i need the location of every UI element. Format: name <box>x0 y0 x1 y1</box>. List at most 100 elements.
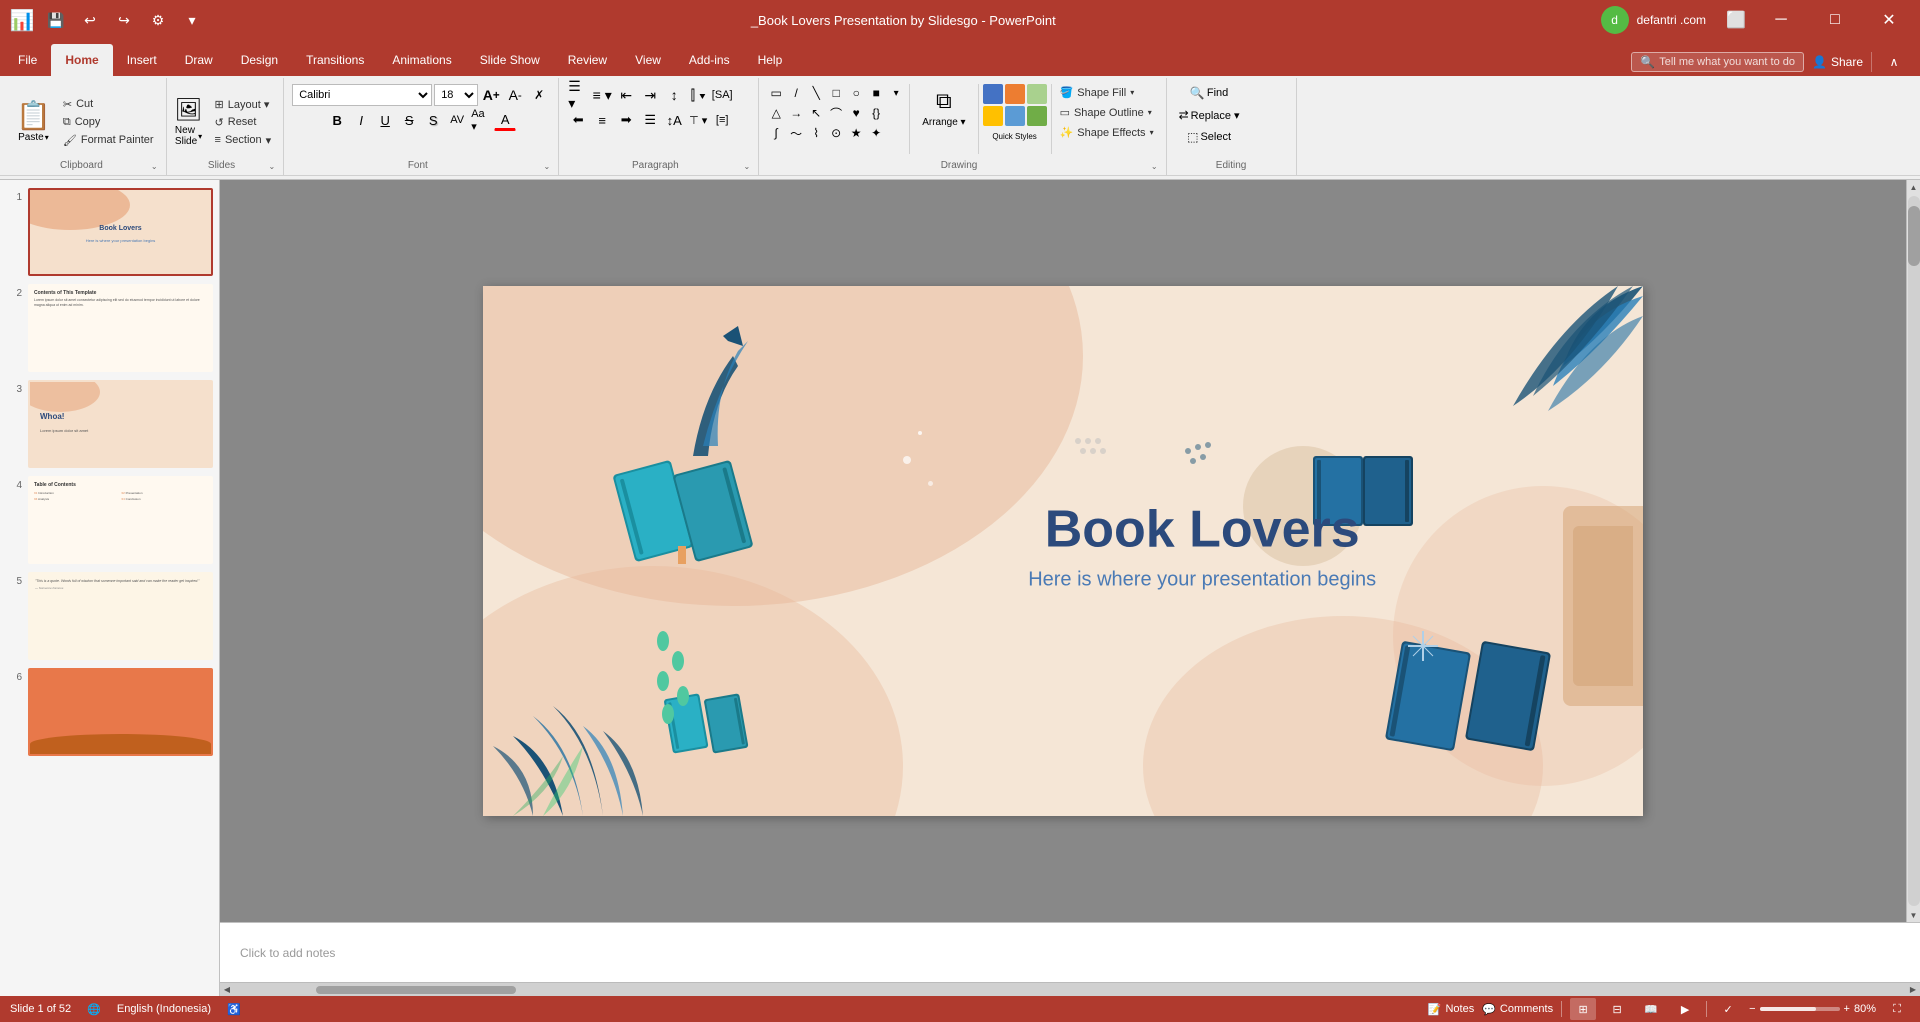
rect-shape2[interactable]: □ <box>827 84 845 102</box>
format-painter-button[interactable]: 🖌Format Painter <box>59 132 158 149</box>
drawing-expand[interactable]: ⌄ <box>1151 162 1158 171</box>
clear-formatting-button[interactable]: ✗ <box>528 84 550 106</box>
shapes-expand[interactable]: ▾ <box>887 84 905 102</box>
style-swatch-6[interactable] <box>1027 106 1047 126</box>
scroll-track[interactable] <box>1908 196 1920 906</box>
shape-outline-button[interactable]: ▭Shape Outline▾ <box>1056 104 1158 121</box>
slide-preview-5[interactable]: "This is a quote. Words full of wisdom t… <box>28 572 213 660</box>
right-scrollbar[interactable]: ▲ ▼ <box>1906 180 1920 922</box>
cut-button[interactable]: ✂Cut <box>59 96 158 113</box>
slide-canvas[interactable]: Book Lovers Here is where your presentat… <box>483 286 1643 816</box>
find-button[interactable]: 🔍Find <box>1186 84 1232 102</box>
tab-help[interactable]: Help <box>744 44 797 76</box>
tab-home[interactable]: Home <box>51 44 112 76</box>
new-slide-button[interactable]: 🖼 NewSlide ▾ <box>175 97 203 147</box>
qa-dropdown[interactable]: ▾ <box>178 6 206 34</box>
heart-shape[interactable]: ♥ <box>847 104 865 122</box>
paragraph-expand[interactable]: ⌄ <box>743 162 750 171</box>
align-center-button[interactable]: ≡ <box>591 109 613 131</box>
wave-shape[interactable]: 〜 <box>787 124 805 142</box>
align-right-button[interactable]: ➡ <box>615 109 637 131</box>
shrink-font-button[interactable]: A- <box>504 84 526 106</box>
paste-button[interactable]: 📋 Paste ▾ <box>12 98 55 147</box>
zoom-out-button[interactable]: − <box>1749 1003 1755 1015</box>
customize-qa-button[interactable]: ⚙ <box>144 6 172 34</box>
square-shape[interactable]: ■ <box>867 84 885 102</box>
style-swatch-2[interactable] <box>1005 84 1025 104</box>
bullet-list-button[interactable]: ☰ ▾ <box>567 84 589 106</box>
underline-button[interactable]: U <box>374 109 396 131</box>
arrow-shape[interactable]: → <box>787 104 805 122</box>
normal-view-button[interactable]: ⊞ <box>1570 998 1596 1020</box>
align-left-button[interactable]: ⬅ <box>567 109 589 131</box>
slides-expand[interactable]: ⌄ <box>268 162 275 171</box>
collapse-ribbon-button[interactable]: ∧ <box>1880 48 1908 76</box>
layout-button[interactable]: ⊞Layout ▾ <box>211 96 276 113</box>
tab-file[interactable]: File <box>4 44 51 76</box>
decrease-indent-button[interactable]: ⇤ <box>615 84 637 106</box>
scroll-up-arrow[interactable]: ▲ <box>1907 180 1920 194</box>
tab-transitions[interactable]: Transitions <box>292 44 378 76</box>
smart-art-button[interactable]: [SA] <box>711 84 733 106</box>
tab-slideshow[interactable]: Slide Show <box>466 44 554 76</box>
slide-preview-4[interactable]: Table of Contents 01 Introduction 02 Pre… <box>28 476 213 564</box>
horizontal-scroll-track[interactable] <box>236 986 1904 994</box>
zoom-slider[interactable] <box>1760 1007 1840 1011</box>
align-text-button[interactable]: ⊤ ▾ <box>687 109 709 131</box>
tab-review[interactable]: Review <box>554 44 621 76</box>
strikethrough-button[interactable]: S <box>398 109 420 131</box>
style-swatch-1[interactable] <box>983 84 1003 104</box>
slideshow-button[interactable]: ▶ <box>1672 998 1698 1020</box>
justify-button[interactable]: ☰ <box>639 109 661 131</box>
slide-sorter-button[interactable]: ⊟ <box>1604 998 1630 1020</box>
slide-preview-1[interactable]: Book Lovers Here is where your presentat… <box>28 188 213 276</box>
comments-toggle[interactable]: 💬 Comments <box>1482 1003 1553 1016</box>
slide-thumb-4[interactable]: 4 Table of Contents 01 Introduction 02 P… <box>6 476 213 564</box>
tab-insert[interactable]: Insert <box>113 44 171 76</box>
minimize-button[interactable]: ─ <box>1758 0 1804 40</box>
shape-effects-button[interactable]: ✨Shape Effects▾ <box>1056 124 1158 141</box>
select-button[interactable]: ⬚Select <box>1183 128 1235 146</box>
numbered-list-button[interactable]: ≡ ▾ <box>591 84 613 106</box>
search-box[interactable]: 🔍 Tell me what you want to do <box>1631 52 1804 72</box>
scroll-right-arrow[interactable]: ▶ <box>1906 983 1920 997</box>
tab-animations[interactable]: Animations <box>378 44 465 76</box>
save-button[interactable]: 💾 <box>42 6 70 34</box>
user-avatar[interactable]: d <box>1601 6 1629 34</box>
replace-button[interactable]: ⇄Replace ▾ <box>1175 106 1244 124</box>
diagonal-shape[interactable]: ╲ <box>807 84 825 102</box>
slide-preview-2[interactable]: Contents of This Template Lorem ipsum do… <box>28 284 213 372</box>
custom-shape3[interactable]: ✦ <box>867 124 885 142</box>
triangle-shape[interactable]: △ <box>767 104 785 122</box>
bold-button[interactable]: B <box>326 109 348 131</box>
slide-preview-3[interactable]: Whoa! Lorem ipsum dolor sit amet <box>28 380 213 468</box>
tab-design[interactable]: Design <box>227 44 292 76</box>
font-name-select[interactable]: Calibri <box>292 84 432 106</box>
change-case-button[interactable]: Aa ▾ <box>470 109 492 131</box>
slide-thumb-5[interactable]: 5 "This is a quote. Words full of wisdom… <box>6 572 213 660</box>
quick-styles-button[interactable]: Quick Styles <box>986 128 1042 145</box>
fit-window-button[interactable]: ⛶ <box>1884 998 1910 1020</box>
columns-button[interactable]: ⫿ ▾ <box>687 84 709 106</box>
line-shape[interactable]: / <box>787 84 805 102</box>
font-color-button[interactable]: A <box>494 109 516 131</box>
arc-shape[interactable]: ⌒ <box>827 104 845 122</box>
bracket-shape[interactable]: {} <box>867 104 885 122</box>
close-button[interactable]: ✕ <box>1866 0 1912 40</box>
zoom-in-button[interactable]: + <box>1844 1003 1850 1015</box>
char-spacing-button[interactable]: AV <box>446 109 468 131</box>
accessibility-checker[interactable]: ✓ <box>1715 998 1741 1020</box>
star-shape[interactable]: ★ <box>847 124 865 142</box>
font-size-select[interactable]: 18 <box>434 84 478 106</box>
text-shadow-button[interactable]: S <box>422 109 444 131</box>
slide-preview-6[interactable] <box>28 668 213 756</box>
horizontal-scroll-thumb[interactable] <box>316 986 516 994</box>
rectangle-shape[interactable]: ▭ <box>767 84 785 102</box>
scroll-down-arrow[interactable]: ▼ <box>1907 908 1920 922</box>
reading-view-button[interactable]: 📖 <box>1638 998 1664 1020</box>
redo-button[interactable]: ↪ <box>110 6 138 34</box>
copy-button[interactable]: ⧉Copy <box>59 114 158 131</box>
slide-thumb-3[interactable]: 3 Whoa! Lorem ipsum dolor sit amet <box>6 380 213 468</box>
arrange-button[interactable]: ⧉ Arrange ▾ <box>914 84 973 132</box>
convert-to-smartart-button[interactable]: [≡] <box>711 109 733 131</box>
